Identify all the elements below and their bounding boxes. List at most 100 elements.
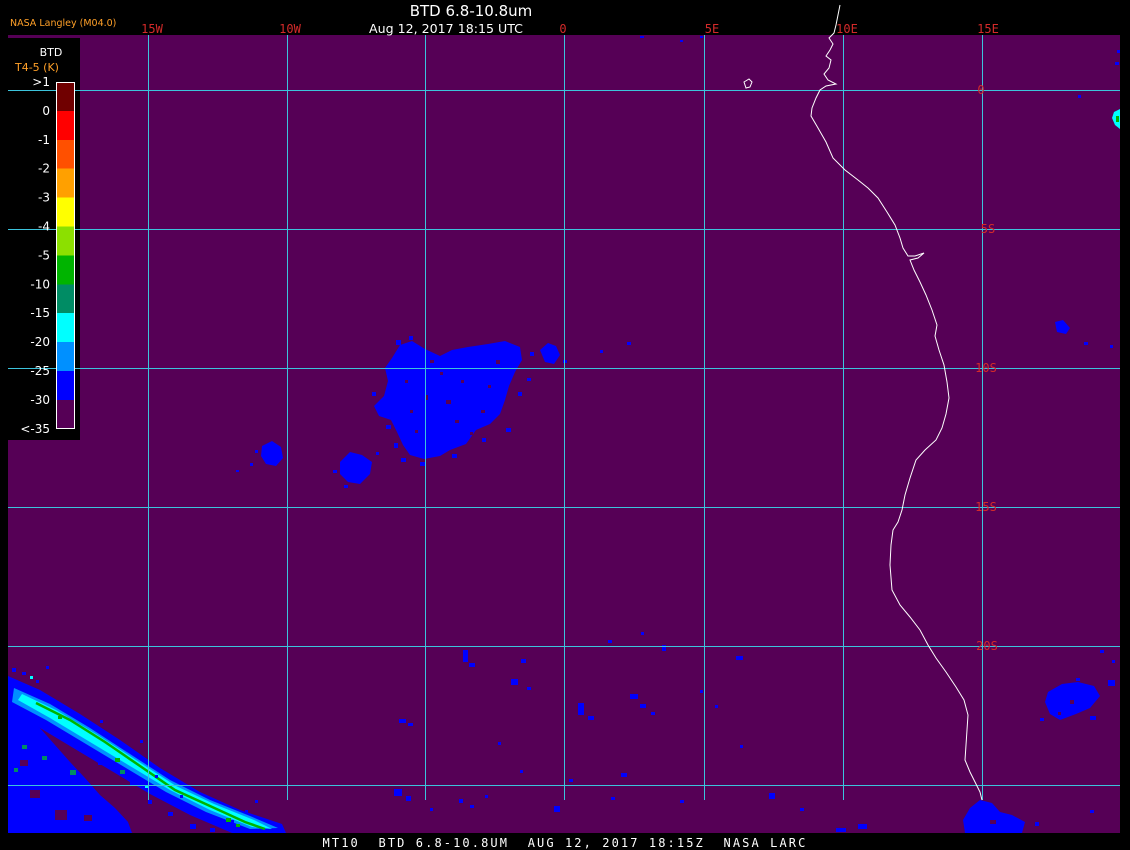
cloud-speck <box>569 779 573 782</box>
longitude-label: 15W <box>141 22 163 36</box>
cloud-speck <box>1115 62 1119 65</box>
cloud-speck <box>485 795 488 798</box>
cloud-speck <box>180 795 183 798</box>
legend-swatch <box>56 313 74 343</box>
cloud-speck <box>740 745 743 748</box>
cloud-speck <box>800 808 804 811</box>
cloud-speck <box>600 350 603 353</box>
legend-label: -15 <box>30 306 50 320</box>
cloud-speck <box>55 810 67 820</box>
legend-swatch <box>56 168 74 199</box>
legend-color-bar <box>56 82 75 429</box>
cloud-speck <box>333 470 337 473</box>
cloud-speck <box>70 770 76 775</box>
cloud-speck <box>651 712 655 715</box>
cloud-speck <box>1116 116 1119 122</box>
cloud-speck <box>455 420 459 423</box>
legend-label: -4 <box>38 220 50 234</box>
cloud-speck <box>611 797 615 800</box>
cloud-speck <box>226 818 231 822</box>
cloud-speck <box>386 425 391 429</box>
cloud-speck <box>430 808 433 811</box>
legend-swatch <box>56 342 74 372</box>
cloud-speck <box>440 372 443 375</box>
cloud-speck <box>446 400 451 404</box>
cloud-speck <box>459 799 463 803</box>
cloud-speck <box>470 805 474 808</box>
cloud-speck <box>518 392 522 396</box>
longitude-label: 0 <box>559 22 566 36</box>
legend-swatch <box>56 399 74 429</box>
cloud-speck <box>608 640 612 643</box>
cloud-speck <box>498 742 501 745</box>
cloud-speck <box>680 800 684 803</box>
cloud-speck <box>1058 712 1061 715</box>
cloud-speck <box>990 820 996 824</box>
cloud-speck <box>42 756 47 760</box>
footer-caption: MT10 BTD 6.8-10.8UM AUG 12, 2017 18:15Z … <box>323 836 808 850</box>
cloud-speck <box>481 410 485 413</box>
cloud-speck <box>372 392 376 396</box>
cloud-speck <box>399 719 406 723</box>
cloud-speck <box>75 780 79 784</box>
cloud-speck <box>406 796 411 801</box>
cloud-speck <box>14 768 18 772</box>
satellite-image: BTD T4-5 (K) >1 0 -1 -2 -3 -4 -5 -10 -15… <box>0 0 1130 850</box>
cloud-speck <box>84 815 92 821</box>
cloud-speck <box>1108 680 1115 686</box>
cloud-speck <box>36 680 39 683</box>
cloud-speck <box>236 470 239 472</box>
cloud-speck <box>1078 95 1081 98</box>
cloud-speck <box>1110 345 1113 348</box>
cloud-speck <box>1117 50 1120 53</box>
latitude-label: 0 <box>977 83 984 97</box>
legend-label: -10 <box>30 277 50 291</box>
cloud-speck <box>430 360 434 363</box>
cloud-speck <box>1090 716 1096 720</box>
cloud-speck <box>1035 822 1039 826</box>
cloud-speck <box>30 790 40 798</box>
cloud-speck <box>155 775 158 778</box>
cloud-speck <box>715 705 718 708</box>
cloud-speck <box>1100 650 1104 653</box>
cloud-speck <box>30 676 33 679</box>
legend-swatch <box>56 284 74 314</box>
legend-units: T4-5 (K) <box>14 61 59 74</box>
legend-swatch <box>56 139 74 170</box>
cloud-speck <box>401 458 406 462</box>
cloud-speck <box>461 380 464 383</box>
cloud-speck <box>415 430 418 433</box>
cloud-speck <box>22 745 27 749</box>
cloud-speck <box>700 690 703 693</box>
cloud-speck <box>236 824 240 827</box>
cloud-speck <box>115 758 120 762</box>
cloud-speck <box>621 773 627 777</box>
legend-swatch <box>56 226 74 256</box>
cloud-speck <box>1112 660 1115 663</box>
cloud-speck <box>20 760 28 766</box>
legend-swatch <box>56 197 74 227</box>
cloud-speck <box>700 36 703 38</box>
cloud-speck <box>527 687 531 690</box>
longitude-label: 10E <box>836 22 858 36</box>
cloud-speck <box>394 789 402 796</box>
longitude-label: 15E <box>977 22 999 36</box>
cloud-speck <box>1090 810 1094 813</box>
cloud-speck <box>488 385 491 388</box>
longitude-label: 10W <box>279 22 301 36</box>
cloud-speck <box>100 720 103 723</box>
longitude-label: 5E <box>705 22 719 36</box>
cloud-speck <box>394 443 398 448</box>
cloud-speck <box>521 659 526 663</box>
cloud-speck <box>410 410 413 413</box>
cloud-speck <box>255 450 258 453</box>
legend-label: <-35 <box>20 422 50 436</box>
cloud-speck <box>463 650 468 662</box>
legend-label: -5 <box>38 248 50 262</box>
cloud-speck <box>662 645 666 651</box>
legend-label: -2 <box>38 162 50 176</box>
legend-swatch <box>56 110 74 141</box>
cloud-speck <box>245 810 248 813</box>
cloud-speck <box>836 828 846 832</box>
cloud-speck <box>511 679 518 685</box>
